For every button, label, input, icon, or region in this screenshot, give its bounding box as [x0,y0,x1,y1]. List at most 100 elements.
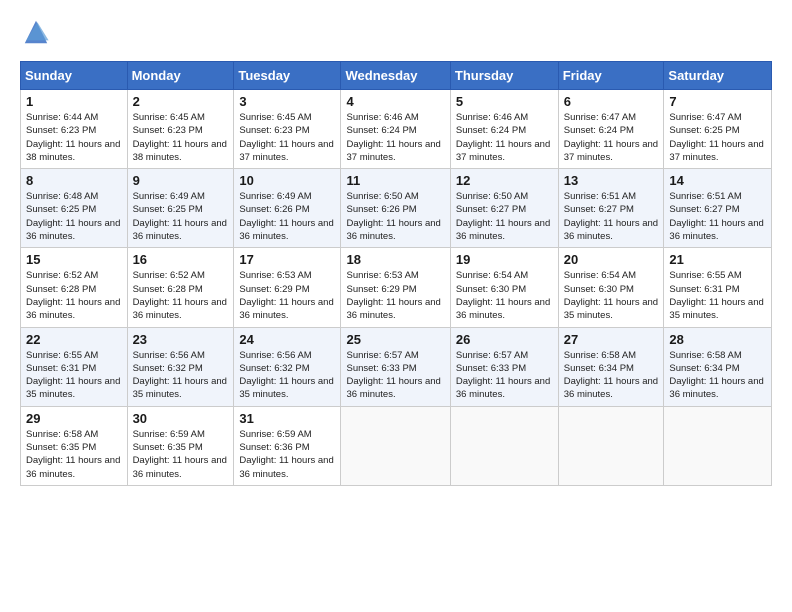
day-number: 16 [133,252,229,267]
sunrise-label: Sunrise: 6:54 AM [564,270,636,281]
sunrise-label: Sunrise: 6:55 AM [669,270,741,281]
sunset-label: Sunset: 6:23 PM [26,125,96,136]
daylight-label: Daylight: 11 hours and 36 minutes. [456,218,550,242]
daylight-label: Daylight: 11 hours and 36 minutes. [26,455,120,479]
daylight-label: Daylight: 11 hours and 35 minutes. [26,376,120,400]
sunrise-label: Sunrise: 6:46 AM [456,112,528,123]
day-number: 5 [456,94,553,109]
daylight-label: Daylight: 11 hours and 35 minutes. [564,297,658,321]
daylight-label: Daylight: 11 hours and 36 minutes. [669,376,763,400]
sunrise-label: Sunrise: 6:47 AM [564,112,636,123]
sunrise-label: Sunrise: 6:58 AM [26,429,98,440]
calendar-cell [450,406,558,485]
calendar-cell: 29 Sunrise: 6:58 AM Sunset: 6:35 PM Dayl… [21,406,128,485]
day-number: 15 [26,252,122,267]
day-info: Sunrise: 6:47 AM Sunset: 6:25 PM Dayligh… [669,111,766,164]
day-info: Sunrise: 6:57 AM Sunset: 6:33 PM Dayligh… [346,349,444,402]
day-info: Sunrise: 6:59 AM Sunset: 6:36 PM Dayligh… [239,428,335,481]
calendar-week-row: 8 Sunrise: 6:48 AM Sunset: 6:25 PM Dayli… [21,169,772,248]
sunset-label: Sunset: 6:28 PM [133,284,203,295]
daylight-label: Daylight: 11 hours and 37 minutes. [564,139,658,163]
sunset-label: Sunset: 6:24 PM [346,125,416,136]
day-info: Sunrise: 6:46 AM Sunset: 6:24 PM Dayligh… [456,111,553,164]
day-info: Sunrise: 6:55 AM Sunset: 6:31 PM Dayligh… [26,349,122,402]
daylight-label: Daylight: 11 hours and 35 minutes. [239,376,333,400]
calendar-cell: 5 Sunrise: 6:46 AM Sunset: 6:24 PM Dayli… [450,90,558,169]
sunrise-label: Sunrise: 6:52 AM [26,270,98,281]
sunrise-label: Sunrise: 6:54 AM [456,270,528,281]
logo-icon [22,18,50,46]
daylight-label: Daylight: 11 hours and 36 minutes. [239,455,333,479]
day-number: 7 [669,94,766,109]
calendar-cell: 14 Sunrise: 6:51 AM Sunset: 6:27 PM Dayl… [664,169,772,248]
calendar-week-row: 22 Sunrise: 6:55 AM Sunset: 6:31 PM Dayl… [21,327,772,406]
day-number: 13 [564,173,659,188]
calendar-cell: 21 Sunrise: 6:55 AM Sunset: 6:31 PM Dayl… [664,248,772,327]
sunset-label: Sunset: 6:33 PM [456,363,526,374]
day-info: Sunrise: 6:48 AM Sunset: 6:25 PM Dayligh… [26,190,122,243]
calendar-week-row: 15 Sunrise: 6:52 AM Sunset: 6:28 PM Dayl… [21,248,772,327]
day-info: Sunrise: 6:53 AM Sunset: 6:29 PM Dayligh… [346,269,444,322]
sunset-label: Sunset: 6:25 PM [133,204,203,215]
sunset-label: Sunset: 6:32 PM [239,363,309,374]
day-number: 22 [26,332,122,347]
sunset-label: Sunset: 6:31 PM [26,363,96,374]
sunrise-label: Sunrise: 6:46 AM [346,112,418,123]
day-info: Sunrise: 6:49 AM Sunset: 6:25 PM Dayligh… [133,190,229,243]
sunrise-label: Sunrise: 6:59 AM [133,429,205,440]
sunrise-label: Sunrise: 6:55 AM [26,350,98,361]
sunrise-label: Sunrise: 6:45 AM [239,112,311,123]
day-info: Sunrise: 6:45 AM Sunset: 6:23 PM Dayligh… [133,111,229,164]
day-info: Sunrise: 6:50 AM Sunset: 6:27 PM Dayligh… [456,190,553,243]
day-info: Sunrise: 6:52 AM Sunset: 6:28 PM Dayligh… [133,269,229,322]
calendar-cell: 15 Sunrise: 6:52 AM Sunset: 6:28 PM Dayl… [21,248,128,327]
sunrise-label: Sunrise: 6:47 AM [669,112,741,123]
day-info: Sunrise: 6:50 AM Sunset: 6:26 PM Dayligh… [346,190,444,243]
calendar-cell: 31 Sunrise: 6:59 AM Sunset: 6:36 PM Dayl… [234,406,341,485]
sunset-label: Sunset: 6:28 PM [26,284,96,295]
day-info: Sunrise: 6:56 AM Sunset: 6:32 PM Dayligh… [133,349,229,402]
sunset-label: Sunset: 6:31 PM [669,284,739,295]
sunset-label: Sunset: 6:26 PM [346,204,416,215]
day-number: 10 [239,173,335,188]
daylight-label: Daylight: 11 hours and 36 minutes. [456,297,550,321]
day-info: Sunrise: 6:47 AM Sunset: 6:24 PM Dayligh… [564,111,659,164]
col-saturday: Saturday [664,62,772,90]
day-number: 17 [239,252,335,267]
sunset-label: Sunset: 6:33 PM [346,363,416,374]
calendar-cell: 10 Sunrise: 6:49 AM Sunset: 6:26 PM Dayl… [234,169,341,248]
day-number: 4 [346,94,444,109]
logo [20,18,50,51]
day-info: Sunrise: 6:53 AM Sunset: 6:29 PM Dayligh… [239,269,335,322]
sunrise-label: Sunrise: 6:59 AM [239,429,311,440]
sunset-label: Sunset: 6:26 PM [239,204,309,215]
daylight-label: Daylight: 11 hours and 36 minutes. [133,218,227,242]
sunset-label: Sunset: 6:35 PM [26,442,96,453]
calendar-cell: 20 Sunrise: 6:54 AM Sunset: 6:30 PM Dayl… [558,248,664,327]
daylight-label: Daylight: 11 hours and 38 minutes. [26,139,120,163]
day-number: 19 [456,252,553,267]
daylight-label: Daylight: 11 hours and 37 minutes. [239,139,333,163]
daylight-label: Daylight: 11 hours and 35 minutes. [669,297,763,321]
daylight-label: Daylight: 11 hours and 36 minutes. [346,376,440,400]
daylight-label: Daylight: 11 hours and 36 minutes. [669,218,763,242]
day-number: 25 [346,332,444,347]
daylight-label: Daylight: 11 hours and 36 minutes. [564,218,658,242]
sunset-label: Sunset: 6:29 PM [346,284,416,295]
daylight-label: Daylight: 11 hours and 36 minutes. [133,297,227,321]
day-number: 14 [669,173,766,188]
header [20,18,772,51]
calendar-cell: 9 Sunrise: 6:49 AM Sunset: 6:25 PM Dayli… [127,169,234,248]
calendar-cell: 19 Sunrise: 6:54 AM Sunset: 6:30 PM Dayl… [450,248,558,327]
day-info: Sunrise: 6:46 AM Sunset: 6:24 PM Dayligh… [346,111,444,164]
sunset-label: Sunset: 6:23 PM [239,125,309,136]
sunset-label: Sunset: 6:24 PM [456,125,526,136]
calendar-table: Sunday Monday Tuesday Wednesday Thursday… [20,61,772,486]
day-info: Sunrise: 6:55 AM Sunset: 6:31 PM Dayligh… [669,269,766,322]
sunset-label: Sunset: 6:25 PM [26,204,96,215]
calendar-cell: 25 Sunrise: 6:57 AM Sunset: 6:33 PM Dayl… [341,327,450,406]
sunset-label: Sunset: 6:34 PM [564,363,634,374]
daylight-label: Daylight: 11 hours and 37 minutes. [456,139,550,163]
day-number: 26 [456,332,553,347]
sunset-label: Sunset: 6:24 PM [564,125,634,136]
